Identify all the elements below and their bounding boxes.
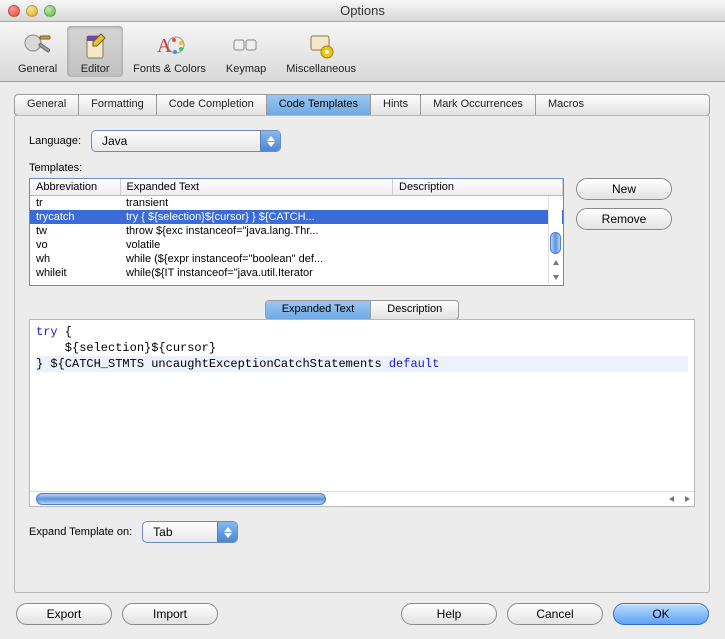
detail-tab-description[interactable]: Description [371,301,458,319]
tab-hints[interactable]: Hints [371,95,421,115]
cell-abbrev: whileit [30,266,120,280]
cell-expanded: volatile [120,238,393,252]
dialog-footer: Export Import Help Cancel OK [0,593,725,639]
toolbar-label: Miscellaneous [286,63,356,75]
cell-expanded: throw ${exc instanceof="java.lang.Thr... [120,224,393,238]
new-button[interactable]: New [576,178,672,200]
scrollbar-thumb[interactable] [36,493,326,505]
cell-desc [393,224,563,238]
language-select[interactable]: Java [91,130,281,152]
tab-macros[interactable]: Macros [536,95,596,115]
toolbar-label: Keymap [226,63,266,75]
keymap-icon [230,30,262,62]
table-row[interactable]: twthrow ${exc instanceof="java.lang.Thr.… [30,224,563,238]
col-expanded-text[interactable]: Expanded Text [120,179,393,196]
remove-button[interactable]: Remove [576,208,672,230]
language-value: Java [102,131,127,151]
code-templates-panel: Language: Java Templates: Abbreviation E… [14,115,710,593]
export-button[interactable]: Export [16,603,112,625]
table-vertical-scrollbar[interactable] [548,196,562,284]
cell-abbrev: tr [30,196,120,211]
scroll-down-icon[interactable] [549,270,563,284]
detail-tab-expanded-text[interactable]: Expanded Text [266,301,372,319]
cell-abbrev: trycatch [30,210,120,224]
cell-expanded: transient [120,196,393,211]
zoom-window-button[interactable] [44,5,56,17]
toolbar-label: General [18,63,57,75]
select-arrows-icon [217,522,237,542]
import-button[interactable]: Import [122,603,218,625]
toolbar-item-keymap[interactable]: Keymap [216,26,276,77]
col-abbreviation[interactable]: Abbreviation [30,179,120,196]
window-title: Options [0,3,725,18]
cell-desc [393,238,563,252]
scroll-left-icon[interactable] [664,492,679,506]
fonts-colors-icon: A [154,30,186,62]
table-row[interactable]: whwhile (${expr instanceof="boolean" def… [30,252,563,266]
svg-text:A: A [157,35,172,57]
cell-expanded: while(${IT instanceof="java.util.Iterato… [120,266,393,280]
table-row[interactable]: whileitwhile(${IT instanceof="java.util.… [30,266,563,280]
scroll-right-icon[interactable] [679,492,694,506]
detail-tabbar: Expanded Text Description [265,300,460,320]
editor-tabbar: General Formatting Code Completion Code … [14,94,710,116]
cell-abbrev: wh [30,252,120,266]
toolbar-item-fonts-colors[interactable]: A Fonts & Colors [123,26,216,77]
misc-icon [305,30,337,62]
toolbar-item-general[interactable]: General [8,26,67,77]
tab-code-completion[interactable]: Code Completion [157,95,267,115]
expand-template-label: Expand Template on: [29,526,132,538]
scroll-up-icon[interactable] [549,256,563,270]
toolbar-item-editor[interactable]: Editor [67,26,123,77]
tab-mark-occurrences[interactable]: Mark Occurrences [421,95,536,115]
help-button[interactable]: Help [401,603,497,625]
cell-desc [393,252,563,266]
table-row[interactable]: trycatchtry { ${selection}${cursor} } ${… [30,210,563,224]
code-content[interactable]: try { ${selection}${cursor} } ${CATCH_ST… [30,320,694,376]
toolbar-label: Fonts & Colors [133,63,206,75]
editor-icon [79,30,111,62]
cell-desc [393,210,563,224]
category-toolbar: General Editor A Fonts & Colors Keymap M… [0,22,725,82]
scrollbar-thumb[interactable] [550,232,561,254]
toolbar-label: Editor [81,63,110,75]
titlebar: Options [0,0,725,22]
cell-expanded: while (${expr instanceof="boolean" def..… [120,252,393,266]
cell-desc [393,266,563,280]
tab-general[interactable]: General [15,95,79,115]
expanded-text-editor[interactable]: try { ${selection}${cursor} } ${CATCH_ST… [29,319,695,507]
toolbar-item-misc[interactable]: Miscellaneous [276,26,366,77]
table-row[interactable]: trtransient [30,196,563,211]
templates-label: Templates: [29,162,695,174]
tab-formatting[interactable]: Formatting [79,95,157,115]
table-row[interactable]: vovolatile [30,238,563,252]
col-description[interactable]: Description [393,179,563,196]
cell-abbrev: vo [30,238,120,252]
cell-desc [393,196,563,211]
expand-template-select[interactable]: Tab [142,521,238,543]
templates-table[interactable]: Abbreviation Expanded Text Description t… [29,178,564,286]
general-icon [22,30,54,62]
cell-expanded: try { ${selection}${cursor} } ${CATCH... [120,210,393,224]
close-window-button[interactable] [8,5,20,17]
ok-button[interactable]: OK [613,603,709,625]
tab-code-templates[interactable]: Code Templates [267,95,371,115]
expand-template-value: Tab [153,522,172,542]
minimize-window-button[interactable] [26,5,38,17]
cancel-button[interactable]: Cancel [507,603,603,625]
language-label: Language: [29,135,81,147]
code-horizontal-scrollbar[interactable] [30,491,694,506]
cell-abbrev: tw [30,224,120,238]
select-arrows-icon [260,131,280,151]
